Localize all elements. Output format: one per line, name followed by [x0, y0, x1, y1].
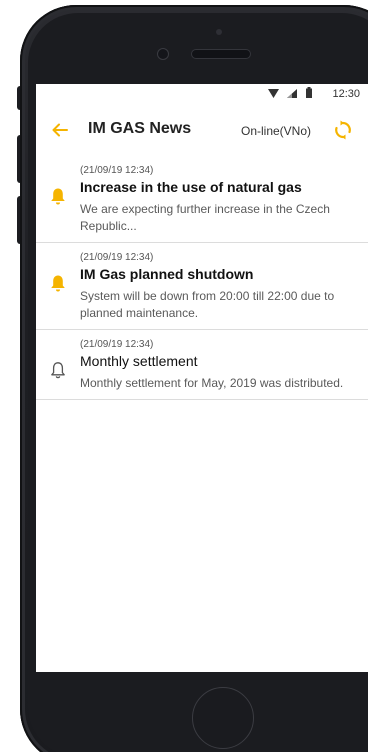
bell-filled-icon — [51, 188, 65, 205]
news-title: IM Gas planned shutdown — [80, 266, 254, 282]
news-body: Monthly settlement for May, 2019 was dis… — [80, 376, 344, 390]
battery-icon — [306, 87, 312, 98]
signal-icon — [287, 89, 297, 98]
news-item[interactable]: (21/09/19 12:34) IM Gas planned shutdown… — [36, 243, 368, 330]
news-title: Increase in the use of natural gas — [80, 179, 302, 195]
earpiece-speaker — [192, 50, 250, 58]
news-item[interactable]: (21/09/19 12:34) Monthly settlement Mont… — [36, 330, 368, 400]
news-date: (21/09/19 12:34) — [80, 165, 154, 176]
page-title: IM GAS News — [88, 120, 192, 137]
bell-filled-icon — [51, 275, 65, 292]
news-list: (21/09/19 12:34) Increase in the use of … — [36, 156, 368, 400]
connection-status: On-line(VNo) — [241, 124, 312, 138]
front-camera — [158, 49, 168, 59]
news-item[interactable]: (21/09/19 12:34) Increase in the use of … — [36, 156, 368, 243]
arrow-left-icon[interactable] — [50, 120, 70, 140]
wifi-icon — [268, 89, 279, 98]
phone-screen: 12:30 IM GAS News On-line(VNo) (21/09/19… — [36, 84, 368, 672]
news-body: We are expecting further increase in the… — [80, 202, 330, 233]
bell-outline-icon — [51, 362, 65, 379]
device-mockup: 12:30 IM GAS News On-line(VNo) (21/09/19… — [0, 0, 368, 752]
refresh-icon[interactable] — [332, 119, 354, 141]
news-title: Monthly settlement — [80, 353, 198, 369]
status-time: 12:30 — [332, 88, 360, 100]
home-button[interactable] — [192, 687, 254, 749]
news-body: System will be down from 20:00 till 22:0… — [80, 289, 335, 320]
app-bar: IM GAS News On-line(VNo) — [36, 110, 368, 150]
status-bar: 12:30 — [36, 84, 368, 104]
news-date: (21/09/19 12:34) — [80, 252, 154, 263]
news-date: (21/09/19 12:34) — [80, 339, 154, 350]
sensor — [216, 29, 222, 35]
